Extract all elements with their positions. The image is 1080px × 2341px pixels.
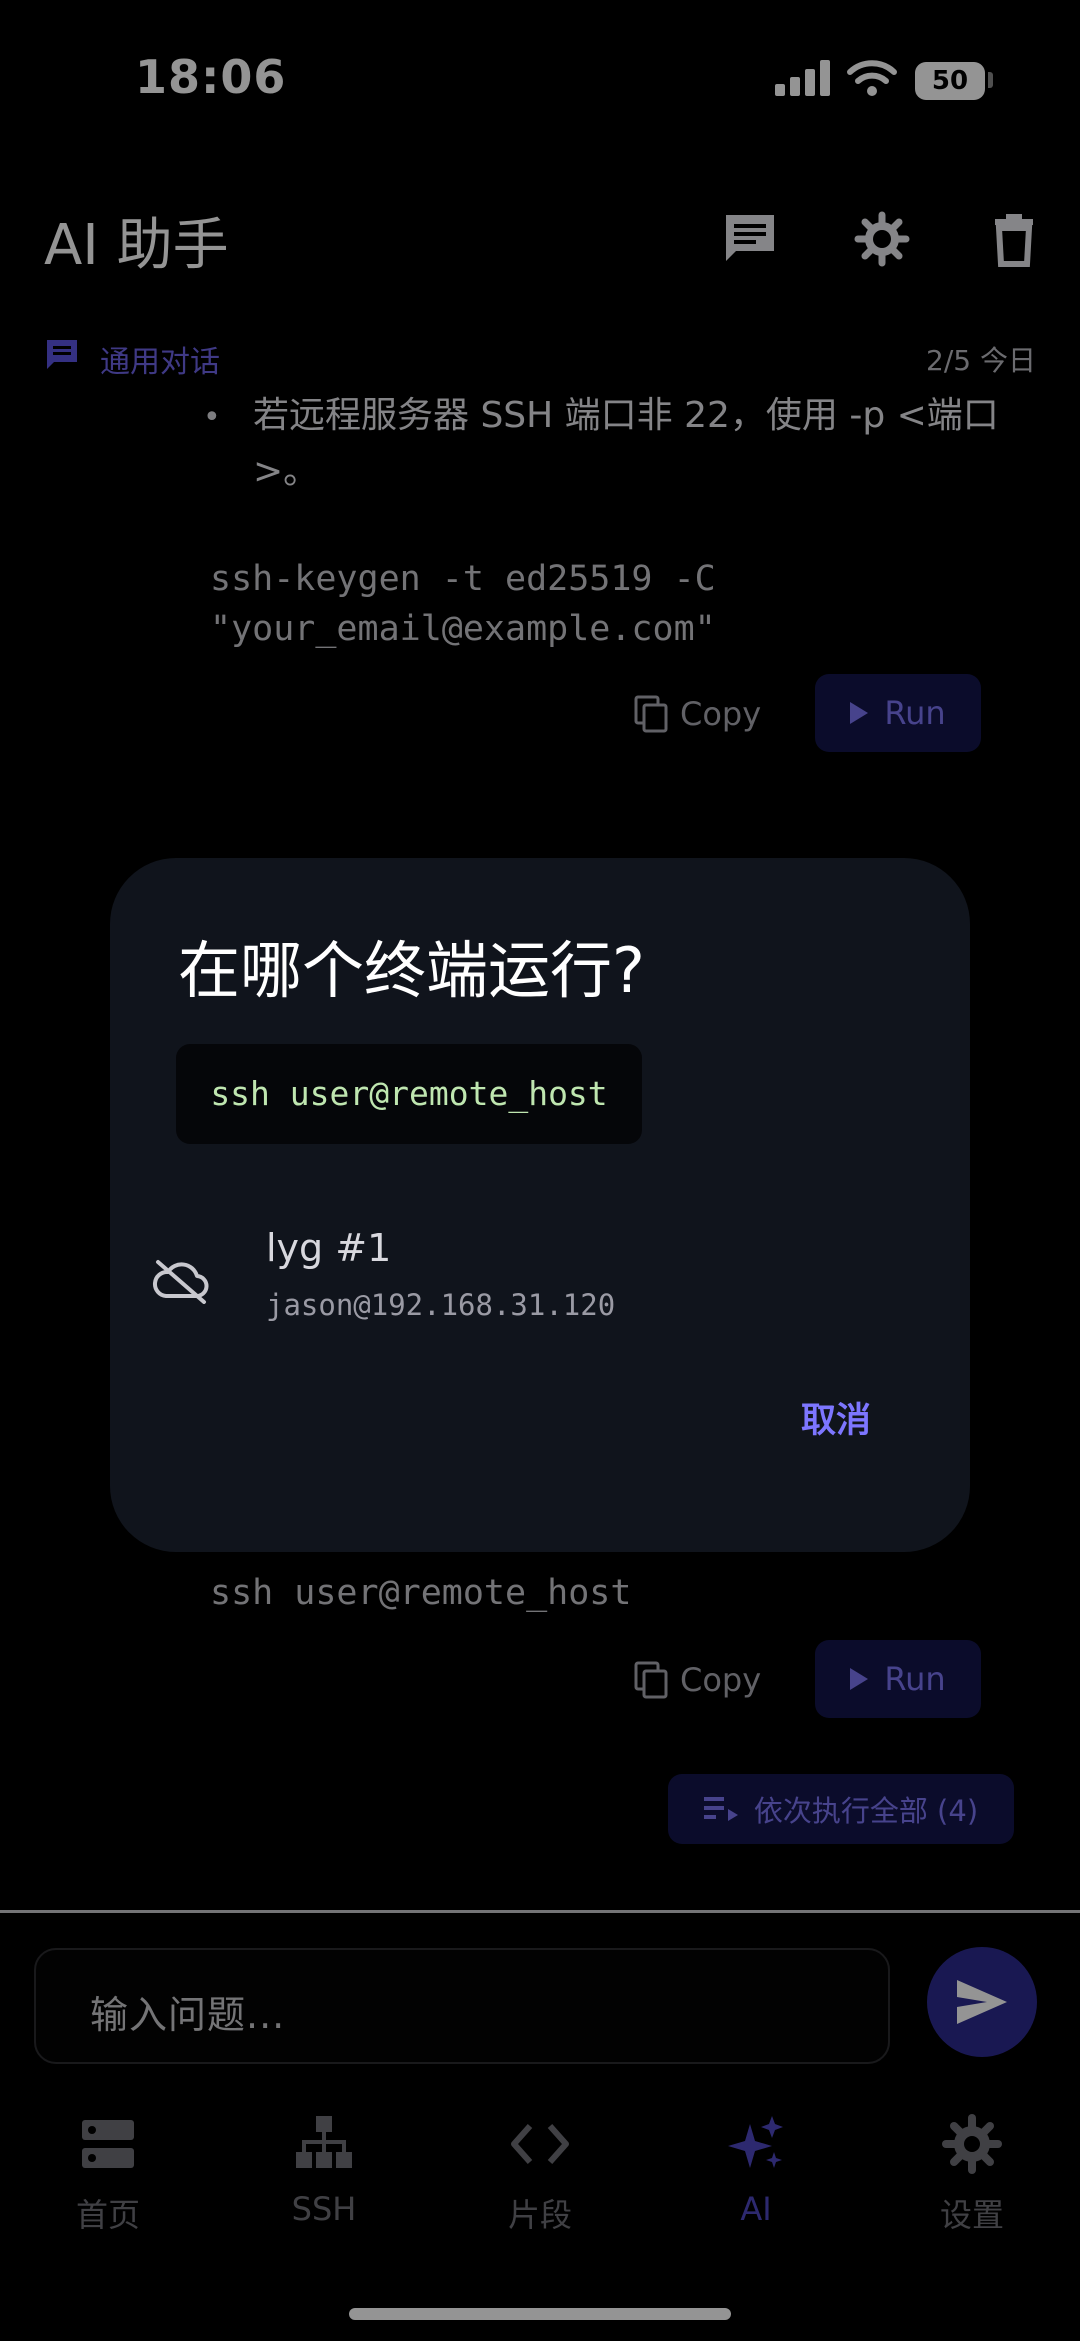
terminal-name: lyg #1 <box>266 1226 392 1270</box>
cloud-off-icon <box>153 1260 209 1304</box>
terminal-host: jason@192.168.31.120 <box>266 1288 616 1322</box>
cancel-button[interactable]: 取消 <box>776 1388 896 1454</box>
terminal-option[interactable]: lyg #1 jason@192.168.31.120 <box>110 1208 970 1348</box>
terminal-select-dialog: 在哪个终端运行? ssh user@remote_host lyg #1 jas… <box>110 858 970 1552</box>
command-preview: ssh user@remote_host <box>176 1044 642 1144</box>
dialog-title: 在哪个终端运行? <box>178 934 645 1007</box>
